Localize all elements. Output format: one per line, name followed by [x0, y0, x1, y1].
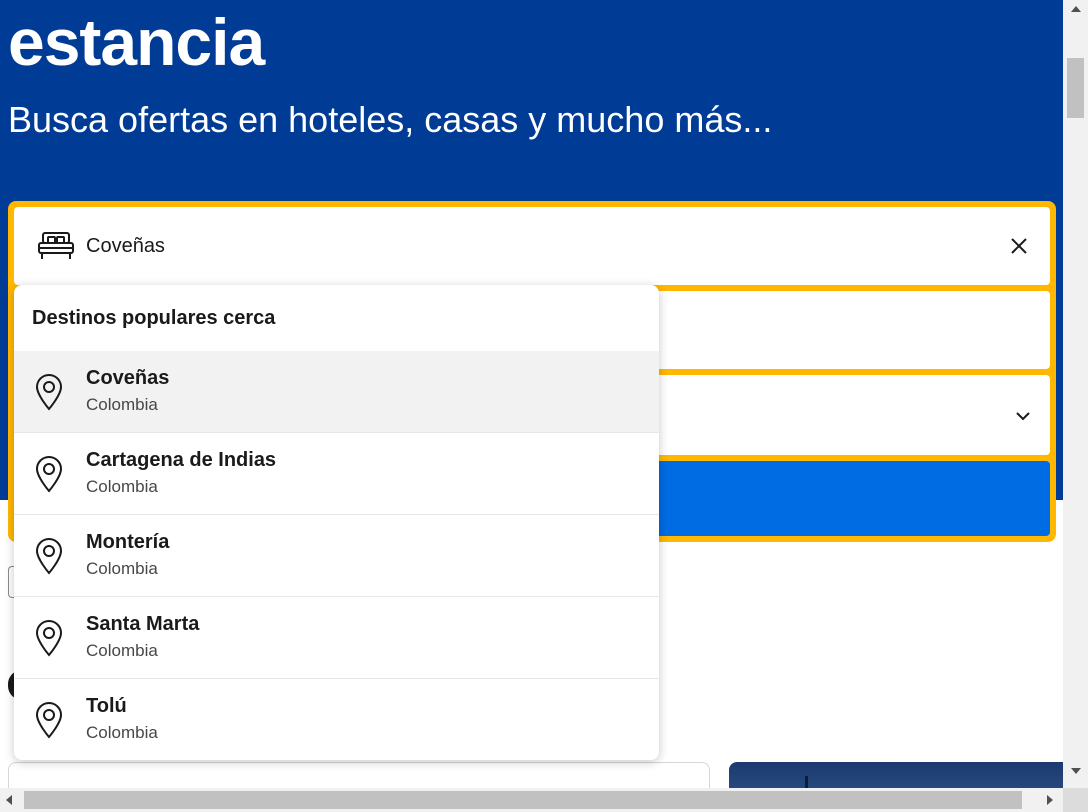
scrollbar-corner [1063, 788, 1088, 812]
suggestion-name: Tolú [86, 695, 127, 717]
scroll-left-arrow-icon[interactable] [6, 795, 12, 805]
scroll-right-arrow-icon[interactable] [1047, 795, 1053, 805]
map-pin-icon [35, 620, 63, 657]
chevron-down-icon [1016, 412, 1030, 421]
suggestions-list: Coveñas Colombia Cartagena de Indias Col… [14, 351, 659, 760]
suggestion-item[interactable]: Montería Colombia [14, 515, 659, 597]
destination-suggestions: Destinos populares cerca Coveñas Colombi… [14, 285, 659, 760]
suggestion-item[interactable]: Santa Marta Colombia [14, 597, 659, 679]
page-title: estancia [8, 5, 265, 79]
map-pin-icon [35, 456, 63, 493]
map-pin-icon [35, 702, 63, 739]
suggestion-item[interactable]: Tolú Colombia [14, 679, 659, 760]
suggestion-country: Colombia [86, 723, 158, 742]
scroll-down-arrow-icon[interactable] [1071, 768, 1081, 774]
map-pin-icon [35, 538, 63, 575]
bed-icon [38, 232, 74, 259]
map-pin-icon [35, 374, 63, 411]
scroll-up-arrow-icon[interactable] [1071, 6, 1081, 12]
vertical-scroll-thumb[interactable] [1067, 58, 1084, 118]
horizontal-scrollbar[interactable] [0, 788, 1063, 812]
horizontal-scroll-thumb[interactable] [24, 791, 1022, 809]
destination-field[interactable] [14, 207, 1050, 285]
suggestions-heading: Destinos populares cerca [32, 307, 276, 329]
page-subtitle: Busca ofertas en hoteles, casas y mucho … [8, 99, 773, 140]
suggestion-name: Montería [86, 531, 170, 553]
suggestion-item[interactable]: Cartagena de Indias Colombia [14, 433, 659, 515]
vertical-scrollbar[interactable] [1063, 0, 1088, 788]
suggestion-name: Santa Marta [86, 613, 200, 635]
suggestion-item[interactable]: Coveñas Colombia [14, 351, 659, 433]
suggestion-country: Colombia [86, 395, 158, 414]
close-icon[interactable] [1006, 233, 1032, 259]
suggestion-country: Colombia [86, 559, 158, 578]
destination-input[interactable] [84, 229, 968, 263]
suggestion-name: Cartagena de Indias [86, 449, 277, 471]
suggestion-country: Colombia [86, 477, 158, 496]
suggestion-name: Coveñas [86, 367, 170, 389]
suggestion-country: Colombia [86, 641, 158, 660]
